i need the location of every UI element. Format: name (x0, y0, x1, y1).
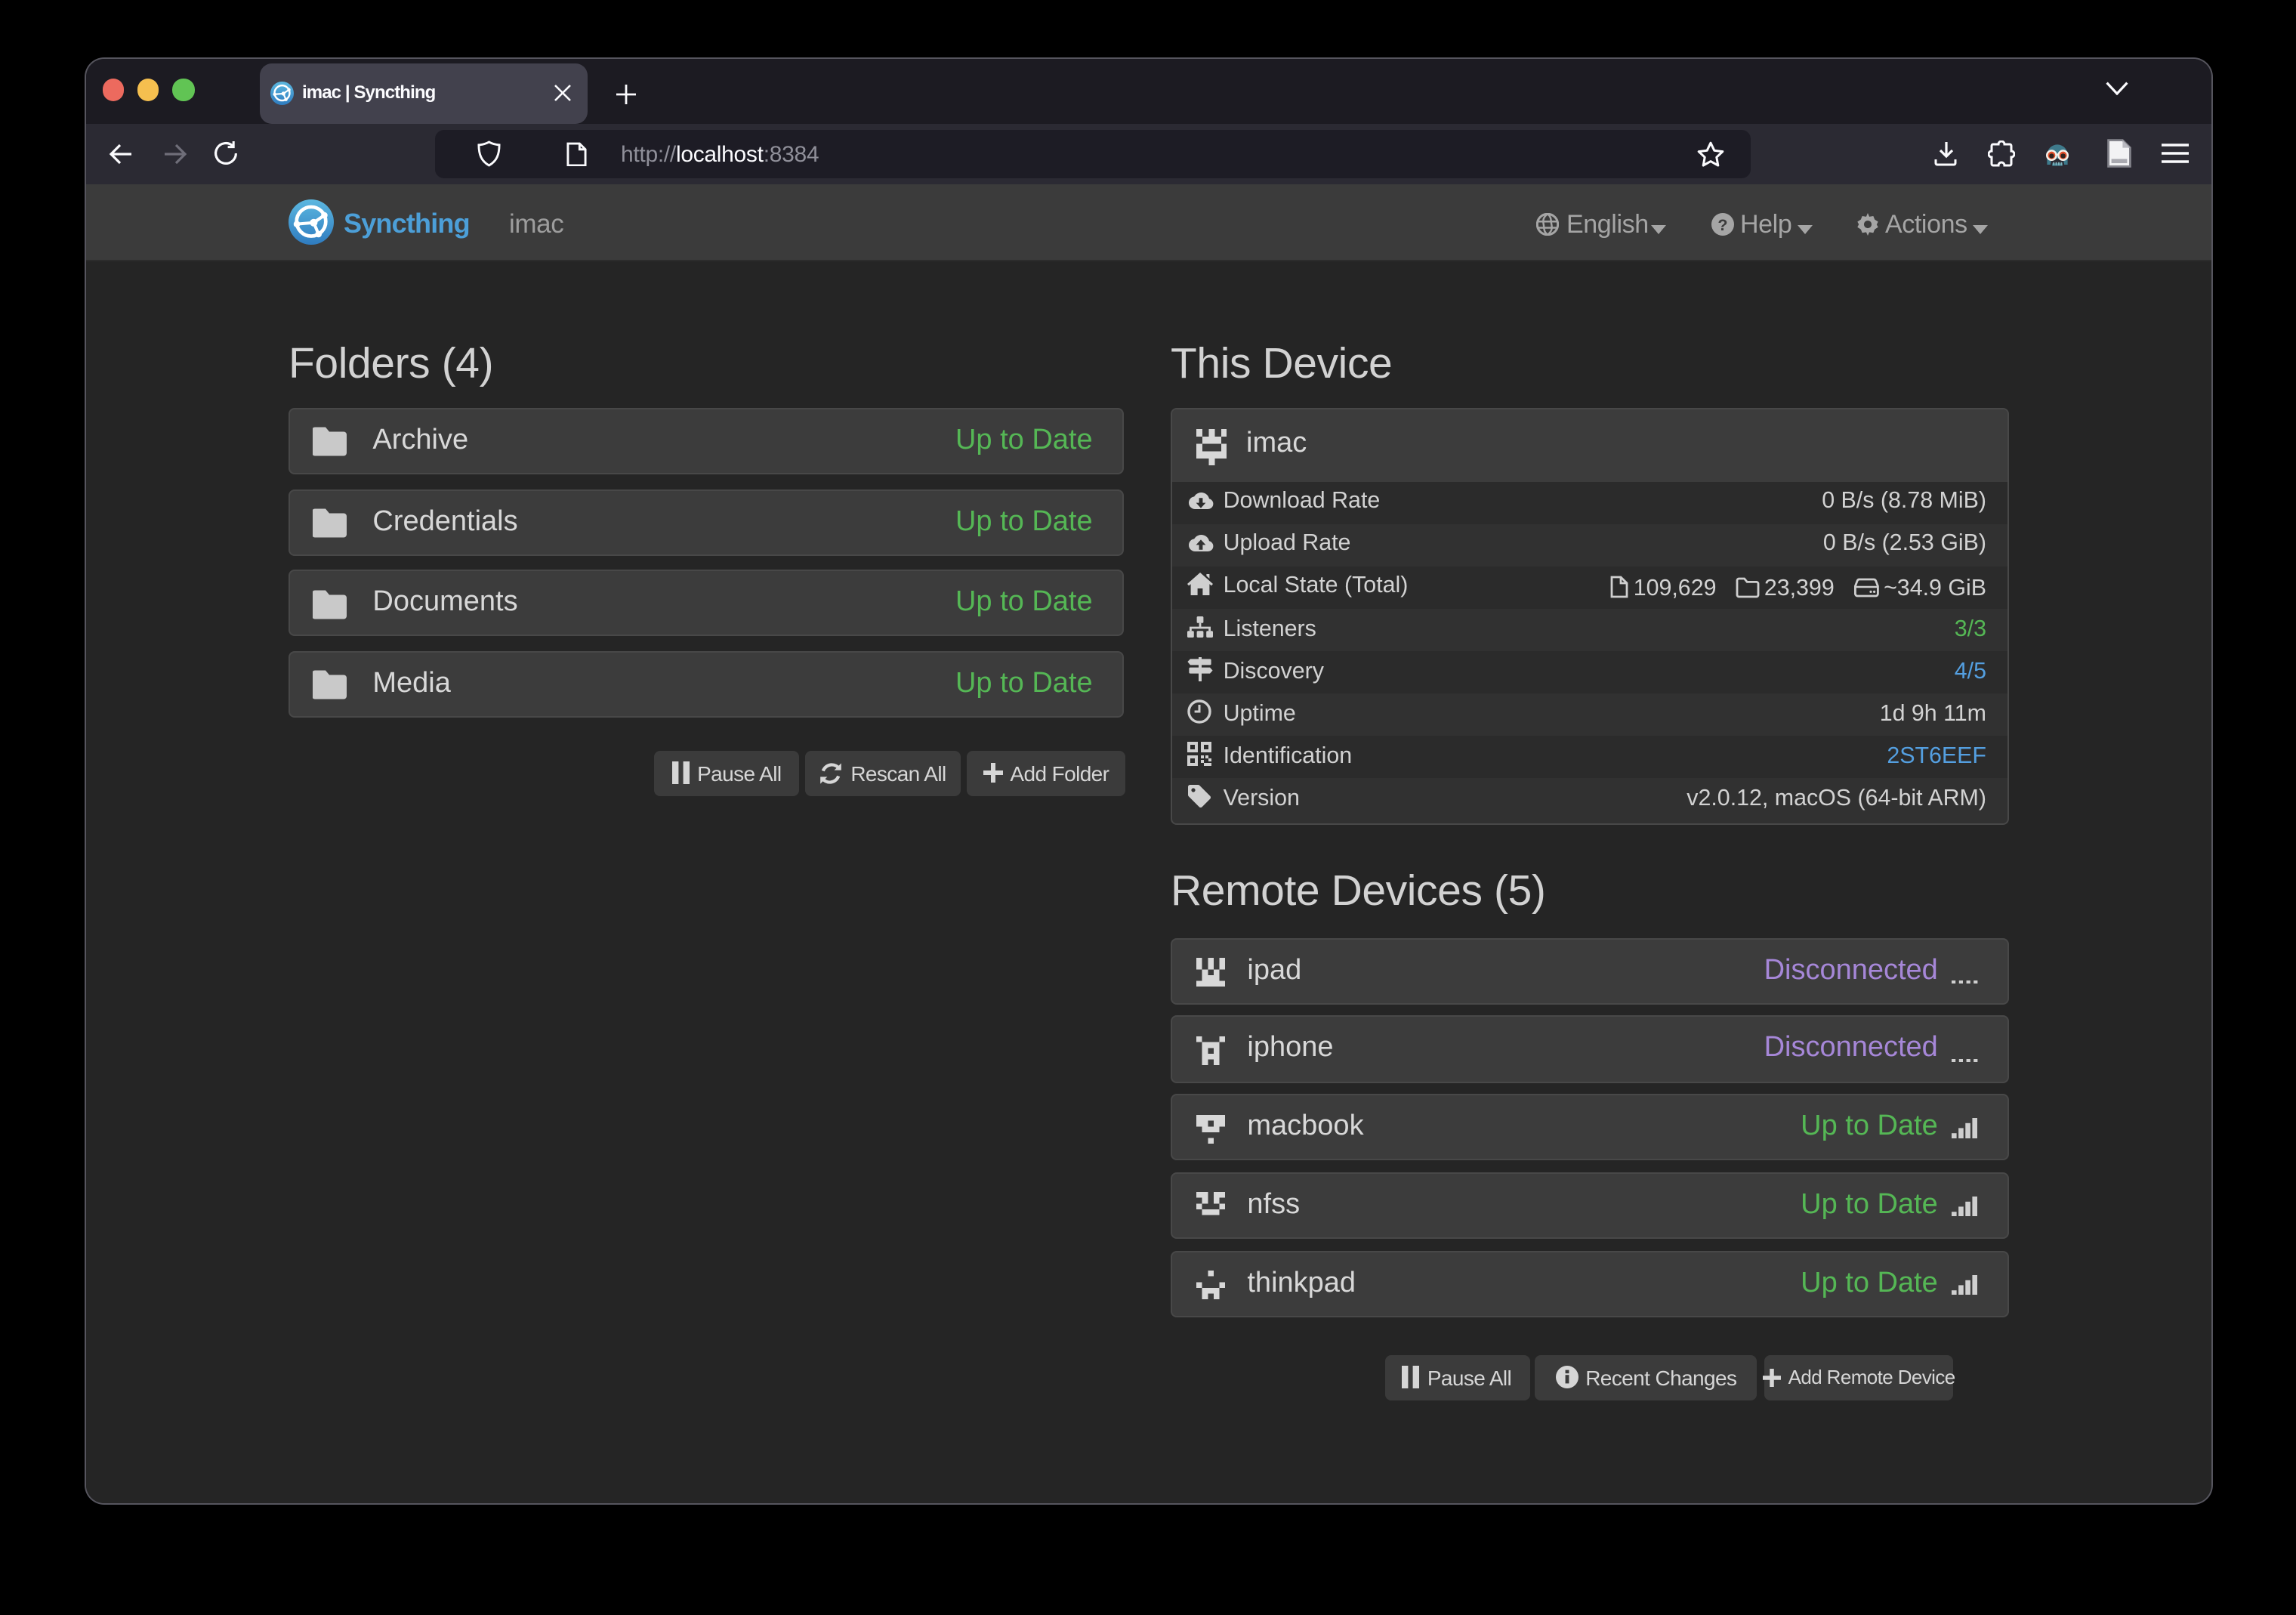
svg-text:?: ? (1717, 215, 1727, 233)
